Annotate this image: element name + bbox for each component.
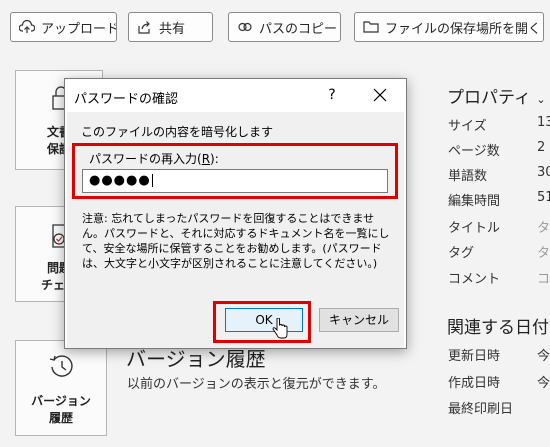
prop-value-title[interactable]: タイ [537, 217, 550, 236]
mouse-pointer-icon [272, 318, 288, 339]
password-mask: ●●●●● [89, 173, 151, 188]
date-value-created: 今 [537, 376, 550, 391]
upload-label: アップロード [41, 21, 117, 37]
share-button[interactable]: 共有 [128, 12, 213, 42]
link-icon [238, 22, 252, 32]
password-confirm-dialog: パスワードの確認 ? このファイルの内容を暗号化します パスワードの再入力(R)… [64, 78, 407, 349]
open-file-location-button[interactable]: ファイルの保存場所を開く [354, 12, 544, 42]
help-button[interactable]: ? [321, 84, 343, 106]
prop-value-size: 13 [537, 115, 550, 130]
prop-label-size: サイズ [448, 119, 487, 134]
upload-button[interactable]: アップロード [10, 12, 117, 42]
prop-label-words: 単語数 [448, 169, 488, 184]
copy-path-label: パスのコピー [259, 21, 338, 37]
dialog-body: このファイルの内容を暗号化します パスワードの再入力(R): ●●●●● 注意:… [67, 112, 404, 348]
date-label-last-printed: 最終印刷日 [448, 402, 514, 417]
prop-value-words: 30 [537, 165, 550, 180]
chevron-down-icon: ⌄ [536, 93, 546, 106]
cloud-upload-icon [19, 20, 35, 33]
prop-label-comments: コメント [448, 272, 501, 287]
reenter-password-text: パスワードの再入力 [89, 152, 198, 166]
share-icon [138, 21, 150, 34]
open-file-location-label: ファイルの保存場所を開く [385, 21, 542, 37]
reenter-password-accel: R [201, 152, 211, 166]
prop-value-pages: 2 [537, 140, 546, 155]
prop-label-edit-time: 編集時間 [448, 194, 501, 209]
copy-path-button[interactable]: パスのコピー [228, 12, 341, 42]
reenter-password-label: パスワードの再入力(R): [89, 152, 219, 166]
date-label-modified: 更新日時 [448, 349, 501, 364]
dialog-title: パスワードの確認 [74, 92, 179, 107]
properties-header-label: プロパティ [447, 88, 531, 108]
date-value-modified: 今 [537, 349, 550, 364]
version-card-line1: バージョン [31, 394, 91, 408]
version-history-description: 以前のバージョンの表示と復元ができます。 [127, 377, 386, 392]
toolbar: アップロード 共有 パスのコピー ファイルの保存場所を開く [0, 0, 550, 52]
share-label: 共有 [159, 21, 186, 37]
prop-label-title: タイトル [448, 221, 501, 236]
close-button[interactable] [369, 84, 391, 106]
close-icon [373, 88, 387, 102]
related-dates-header: 関連する日付 [447, 318, 549, 338]
encrypt-group-label: このファイルの内容を暗号化します [81, 125, 274, 139]
prop-label-tags: タグ [448, 246, 475, 261]
text-caret [151, 174, 153, 187]
password-input[interactable]: ●●●●● [82, 169, 388, 193]
password-warning-note: 注意: 忘れてしまったパスワードを回復することはできません。パスワードと、それに… [82, 212, 390, 270]
prop-value-tags[interactable]: タグ [537, 242, 550, 261]
ok-button[interactable]: OK [225, 308, 303, 332]
folder-icon [363, 21, 379, 33]
prop-value-comments[interactable]: コメ [537, 268, 550, 287]
date-label-created: 作成日時 [448, 376, 501, 391]
version-history-card[interactable]: バージョン 履歴 [15, 340, 107, 436]
cancel-button[interactable]: キャンセル [319, 308, 399, 332]
prop-label-pages: ページ数 [448, 144, 500, 159]
version-card-line2: 履歴 [48, 411, 73, 425]
properties-header[interactable]: プロパティ ⌄ [447, 83, 546, 108]
prop-value-edit-time: 51 [537, 190, 550, 205]
history-clock-icon [49, 355, 73, 377]
